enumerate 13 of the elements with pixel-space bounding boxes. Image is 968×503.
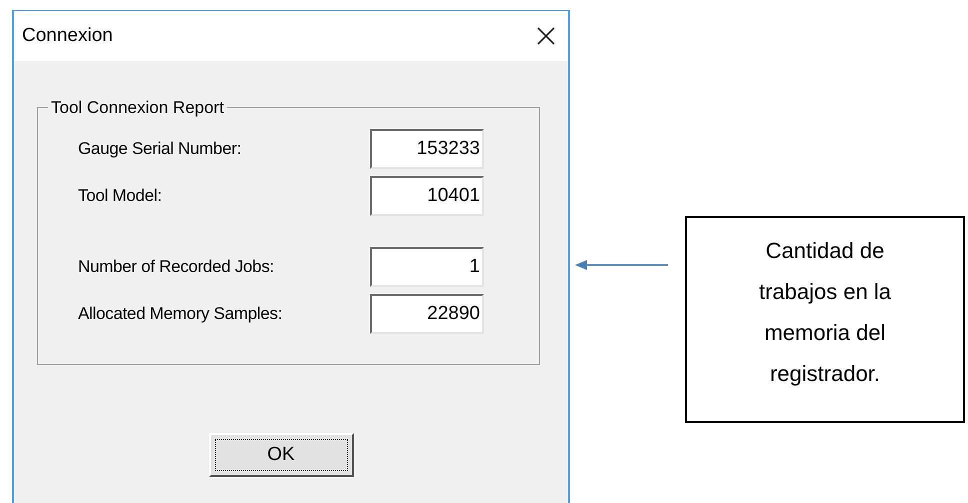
- window-title: Connexion: [22, 24, 113, 48]
- field-label: Allocated Memory Samples:: [78, 302, 282, 325]
- field-label: Tool Model:: [78, 184, 162, 207]
- ok-button[interactable]: OK: [208, 433, 354, 477]
- field-label: Gauge Serial Number:: [78, 138, 242, 160]
- value-field[interactable]: 153233: [370, 128, 484, 168]
- value-field[interactable]: 10401: [370, 176, 484, 216]
- value-field[interactable]: 1: [370, 246, 484, 286]
- close-icon[interactable]: [536, 26, 556, 46]
- value-field[interactable]: 22890: [370, 294, 484, 334]
- field-label: Number of Recorded Jobs:: [78, 256, 274, 278]
- group-title: Tool Connexion Report: [50, 97, 225, 119]
- annotation-text: Cantidad de trabajos en la memoria del registrador.: [758, 237, 892, 388]
